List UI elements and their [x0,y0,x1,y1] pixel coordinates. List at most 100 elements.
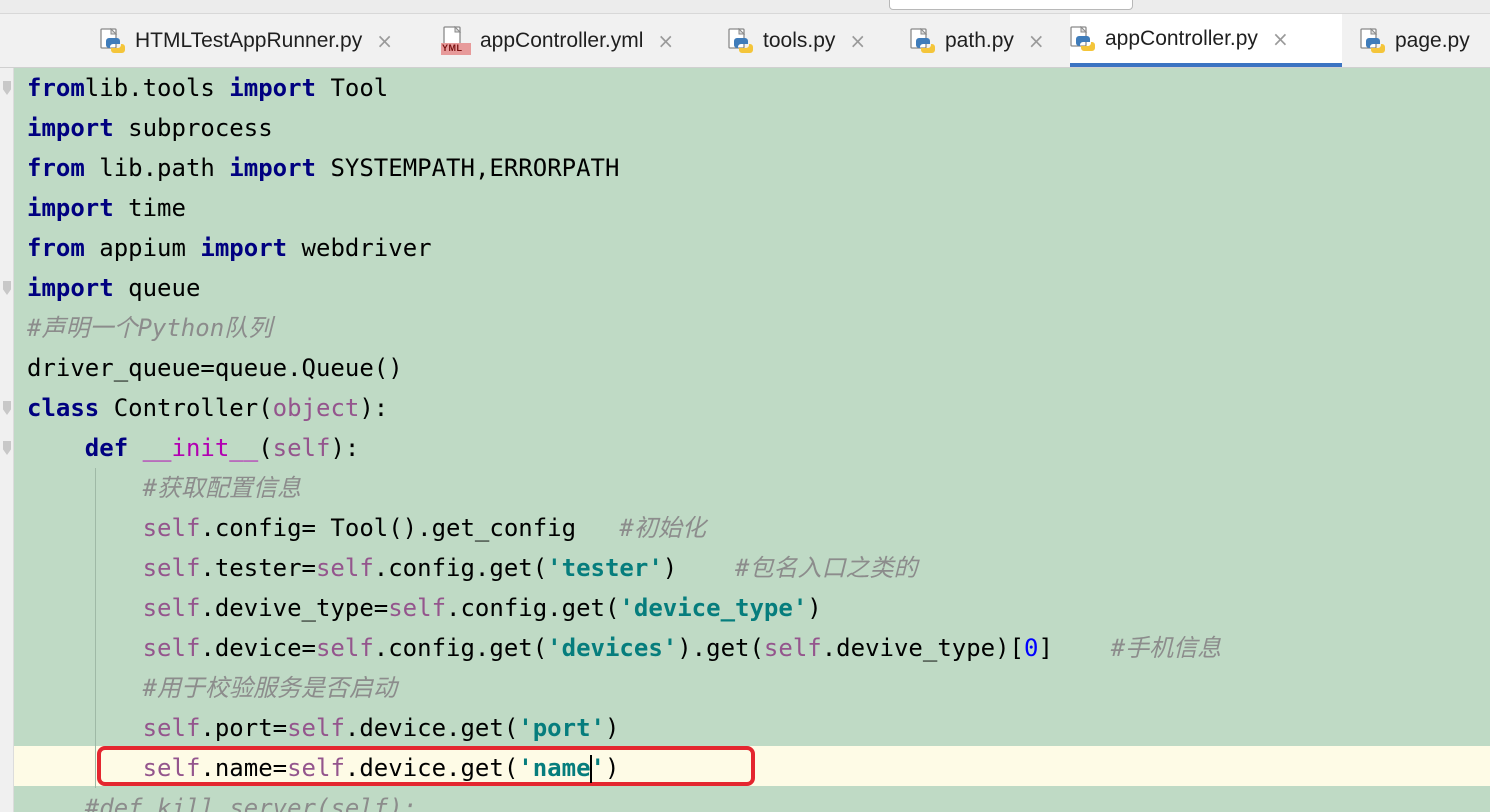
code-token: .devive_type= [200,594,389,622]
tab-label: page.py [1395,29,1470,52]
code-token: lib.path [84,154,230,182]
code-token: 'port' [518,714,605,742]
code-token: from [27,74,85,102]
code-token: .device.get( [344,714,519,742]
fold-marker-icon[interactable] [3,401,11,415]
tab-path-py[interactable]: path.py × [910,14,1062,67]
code-token: ) [604,754,620,782]
code-token: self [287,714,345,742]
code-line: import queue [27,268,200,308]
search-field[interactable] [889,0,1133,10]
code-token: SYSTEMPATH,ERRORPATH [316,154,620,182]
code-token: .name= [200,754,288,782]
close-tab-icon[interactable]: × [1272,27,1289,51]
code-token: self [142,554,201,582]
code-token: self [287,754,345,782]
code-token: .devive_type)[ [821,634,1025,662]
code-line: import time [27,188,186,228]
close-tab-icon[interactable]: × [376,29,393,53]
code-token: #声明一个Python队列 [27,314,273,342]
code-line: #用于校验服务是否启动 [27,668,397,708]
code-token: import [200,234,288,262]
code-token: #手机信息 [1110,634,1222,662]
code-line: self.tester=self.config.get('tester') #包… [27,548,918,588]
code-line: from appium import webdriver [27,228,432,268]
tab-label: appController.py [1105,26,1258,50]
close-tab-icon[interactable]: × [0,29,2,53]
code-token: self [142,634,201,662]
code-token: self [142,514,201,542]
code-token: import [27,194,114,222]
python-file-icon [1360,27,1386,54]
fold-marker-icon[interactable] [3,281,11,295]
code-token: 0 [1024,634,1039,662]
code-token: ).get( [677,634,764,662]
fold-marker-icon[interactable] [3,441,11,455]
close-tab-icon[interactable]: × [1028,29,1045,53]
code-token: #用于校验服务是否启动 [142,674,398,702]
code-token: .device.get( [344,754,519,782]
code-token: self [388,594,447,622]
yml-badge-label: YML [442,43,463,53]
code-token: #def kill_server(self): [84,794,418,812]
code-token: .config.get( [373,634,548,662]
yml-file-icon: YML [441,25,471,56]
code-token: import [229,74,316,102]
code-token: time [113,194,186,222]
tab-appcontroller-py[interactable]: appController.py × [1070,14,1342,67]
code-token: from [27,234,85,262]
code-line: self.devive_type=self.config.get('device… [27,588,822,628]
code-token: appium [84,234,201,262]
code-token: ) [604,714,620,742]
code-token: class [27,394,100,422]
code-token: .config.get( [446,594,620,622]
code-token: object [272,394,360,422]
tab-tools-py[interactable]: tools.py × [728,14,894,67]
code-token: ] [1038,634,1111,662]
tab-appcontroller-yml[interactable]: YML appController.yml × [441,14,711,67]
code-token: self [142,594,201,622]
tab-label: tools.py [763,29,836,52]
toolbar-strip [0,0,1490,14]
code-token: webdriver [287,234,432,262]
code-token: ) [807,594,822,622]
code-token: self [763,634,822,662]
close-tab-icon[interactable]: × [849,29,866,53]
code-token: ( [258,434,273,462]
python-file-icon [1070,25,1096,52]
close-tab-icon[interactable]: × [657,29,674,53]
code-line: import subprocess [27,108,273,148]
code-token: self [315,554,374,582]
code-token: 'name [518,754,591,782]
tab-htmltestapprunner-py[interactable]: HTMLTestAppRunner.py × [100,14,425,67]
code-token: ): [330,434,360,462]
tab-label: path.py [945,29,1014,52]
code-token: .tester= [200,554,316,582]
code-line: def __init__(self): [27,428,360,468]
code-token: .port= [200,714,288,742]
code-token: subprocess [113,114,273,142]
code-token: 'devices' [547,634,678,662]
code-token: self [142,714,201,742]
code-editor[interactable]: fromlib.tools import Tool import subproce… [0,68,1490,812]
code-token: .device= [200,634,316,662]
code-line: #声明一个Python队列 [27,308,272,348]
code-token: self [272,434,331,462]
code-token: __init__ [142,434,259,462]
code-token: queue [113,274,201,302]
code-token: import [27,274,114,302]
fold-marker-icon[interactable] [3,81,11,95]
code-line: fromlib.tools import Tool [27,68,388,108]
code-token: Tool [316,74,389,102]
tab-page-py[interactable]: page.py [1360,14,1490,67]
code-line: driver_queue=queue.Queue() [27,348,403,388]
tab-e-py[interactable]: E.py× [0,14,79,67]
